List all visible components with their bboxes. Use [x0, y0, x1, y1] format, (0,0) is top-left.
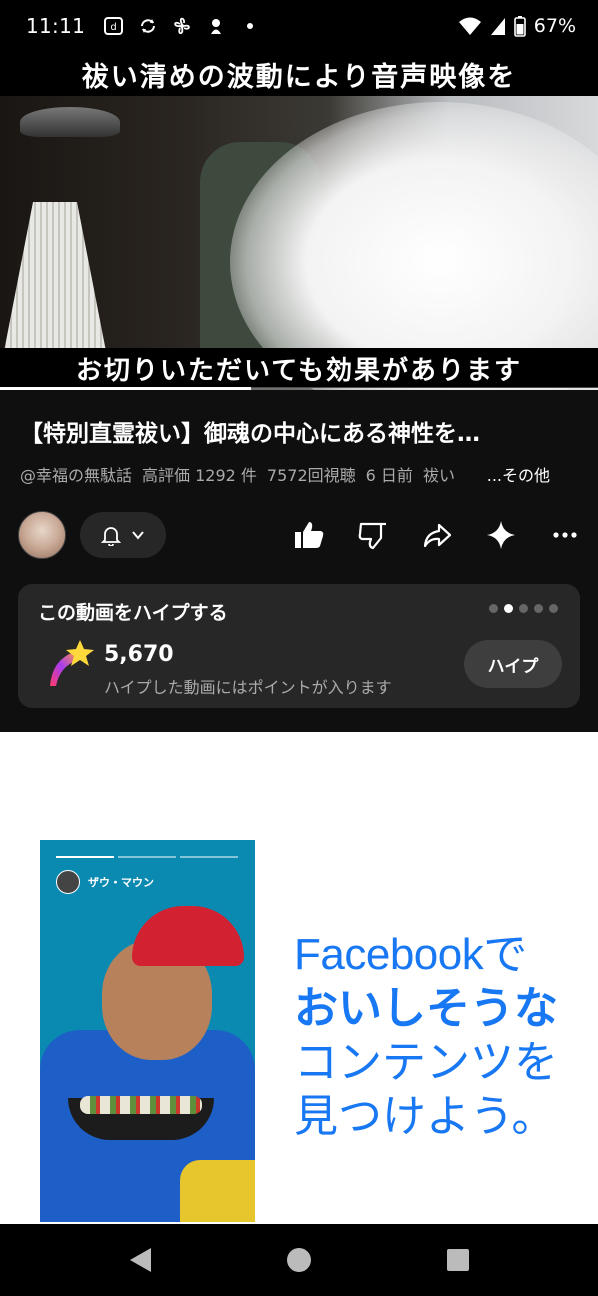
salad-shape — [80, 1096, 202, 1114]
battery-percent: 67% — [533, 15, 576, 37]
more-icon — [553, 532, 577, 538]
like-icon — [295, 522, 324, 548]
ad-user-avatar — [56, 870, 80, 894]
carousel-dot — [489, 604, 498, 613]
paper-tassel — [0, 202, 110, 372]
dot-icon — [247, 23, 254, 29]
subscribe-bell-button[interactable] — [80, 512, 166, 558]
wifi-icon — [458, 17, 481, 35]
hype-card: この動画をハイプする 5,670 ハイプした動画にはポイントが入ります ハイプ — [18, 584, 580, 708]
status-time: 11:11 — [26, 14, 86, 38]
like-button[interactable] — [292, 518, 326, 552]
carousel-dot — [504, 604, 513, 613]
system-nav-bar — [0, 1224, 598, 1296]
svg-text:d: d — [110, 22, 116, 33]
chevron-down-icon — [132, 531, 144, 540]
carousel-dot — [534, 604, 543, 613]
sparkle-icon — [487, 521, 515, 549]
nav-back-button[interactable] — [120, 1240, 160, 1280]
hype-count: 5,670 — [104, 642, 174, 667]
channel-avatar[interactable] — [18, 511, 66, 559]
chair-shape — [180, 1160, 255, 1222]
ad-line-2: おいしそうな — [294, 984, 558, 1033]
action-row — [18, 508, 588, 562]
back-icon — [129, 1248, 151, 1272]
video-progress-bar[interactable] — [0, 387, 598, 390]
ad-banner[interactable]: ザウ・マウン Facebookで おいしそうな コンテンツを 見つけよう。 — [0, 732, 598, 1224]
video-title[interactable]: 【特別直霊祓い】御魂の中心にある神性を… — [20, 414, 580, 448]
nav-recents-button[interactable] — [438, 1240, 478, 1280]
carousel-dots — [489, 604, 558, 613]
hype-title: この動画をハイプする — [38, 602, 228, 624]
ninja-icon — [211, 19, 222, 34]
red-cap-shape — [132, 906, 244, 966]
video-frame — [0, 52, 598, 390]
lamp-shape — [20, 107, 120, 137]
channel-handle: @幸福の無駄話 — [20, 466, 133, 485]
ad-story-user: ザウ・マウン — [56, 870, 154, 894]
video-progress-fill — [0, 387, 252, 390]
sparkle-button[interactable] — [484, 518, 518, 552]
status-bar: 11:11 d 67% — [0, 0, 598, 52]
video-player[interactable]: 祓い清めの波動により音声映像を お切りいただいても効果があります — [0, 52, 598, 390]
video-tag: 祓い — [422, 466, 455, 485]
fan-icon — [174, 17, 190, 35]
ad-line-3: コンテンツを — [294, 1038, 558, 1087]
battery-icon — [513, 16, 526, 37]
bell-icon — [100, 527, 122, 546]
share-button[interactable] — [420, 518, 454, 552]
sync-icon — [141, 19, 156, 33]
carousel-dot — [519, 604, 528, 613]
home-icon — [286, 1248, 311, 1272]
like-count: 高評価 1292 件 — [142, 466, 257, 485]
ad-line-4: 見つけよう。 — [294, 1092, 556, 1141]
caption-bottom: お切りいただいても効果があります — [0, 348, 598, 388]
nav-home-button[interactable] — [279, 1240, 319, 1280]
more-link[interactable]: ...その他 — [482, 462, 550, 486]
notification-d-icon: d — [104, 17, 124, 35]
dislike-icon — [358, 522, 386, 550]
dislike-button[interactable] — [356, 518, 390, 552]
share-icon — [423, 523, 452, 548]
ad-image: ザウ・マウン — [40, 840, 255, 1222]
signal-icon — [490, 18, 505, 35]
hype-subtitle: ハイプした動画にはポイントが入ります — [104, 678, 392, 697]
video-meta[interactable]: @幸福の無駄話 高評価 1292 件 7572回視聴 6 日前 祓い ...その… — [20, 462, 580, 486]
view-count: 7572回視聴 — [266, 466, 356, 485]
more-button[interactable] — [548, 518, 582, 552]
ad-user-name: ザウ・マウン — [88, 876, 154, 889]
hype-button[interactable]: ハイプ — [464, 640, 562, 688]
story-progress — [56, 856, 238, 858]
upload-date: 6 日前 — [365, 466, 413, 485]
ad-line-1: Facebookで — [294, 930, 527, 979]
recents-icon — [447, 1249, 470, 1271]
carousel-dot — [549, 604, 558, 613]
ad-headline: Facebookで おいしそうな コンテンツを 見つけよう。 — [294, 928, 584, 1144]
caption-top: 祓い清めの波動により音声映像を — [0, 52, 598, 96]
shooting-star-icon — [50, 640, 94, 686]
